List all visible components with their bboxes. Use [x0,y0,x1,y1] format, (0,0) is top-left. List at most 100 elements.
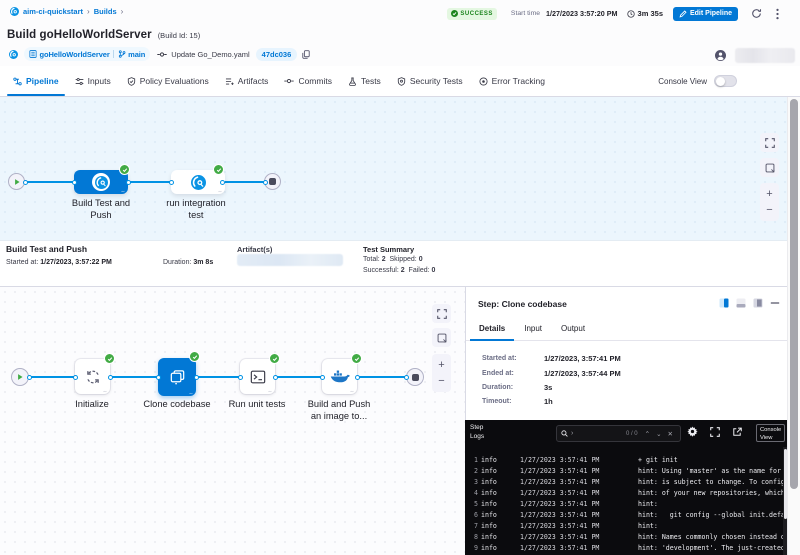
shield-check-icon [127,77,136,86]
connector-dot [27,375,32,380]
field-label: Started at: [482,355,517,362]
tab-security-tests[interactable]: Security Tests [389,66,471,96]
kebab-menu-button[interactable] [776,8,779,20]
step-details-panel: Step: Clone codebase Details Input Outpu… [465,287,787,420]
stage-type-mark [218,189,223,193]
step-node-build-and-push[interactable] [322,359,357,394]
redacted-artifact-link[interactable] [237,254,343,266]
inputs-icon [75,77,84,86]
log-row: 3info1/27/2023 3:57:41 PMhint: is subjec… [465,478,787,489]
repo-branch-pill[interactable]: goHelloWorldServer main [24,47,150,61]
search-close-icon[interactable]: ✕ [668,430,673,438]
log-fullscreen-icon[interactable] [710,427,720,437]
refresh-button[interactable] [751,8,762,19]
connector-dot [404,375,409,380]
zoom-out-button[interactable]: − [766,205,772,215]
breadcrumb-builds-link[interactable]: Builds [94,7,117,16]
connector-dot [108,375,113,380]
flask-icon [348,77,357,86]
step-panel-title: Step: Clone codebase [478,299,567,309]
tab-error-tracking[interactable]: Error Tracking [471,66,553,96]
tab-tests[interactable]: Tests [340,66,389,96]
log-lines[interactable]: 1info1/27/2023 3:57:41 PM+ git init 2inf… [465,453,787,555]
build-duration: 3m 35s [638,9,663,18]
connector-dot [194,375,199,380]
page-scrollbar-thumb[interactable] [790,99,798,489]
build-tabbar: Pipeline Inputs Policy Evaluations Artif… [0,66,800,97]
step-label[interactable]: Build and Pushan image to... [299,398,379,422]
step-label[interactable]: Clone codebase [137,398,217,410]
tab-policy-evaluations[interactable]: Policy Evaluations [119,66,217,96]
commit-sha-link[interactable]: 47dc036 [256,48,298,61]
stop-icon [269,178,276,185]
success-check-badge [269,353,280,364]
step-type-mark [189,391,194,395]
zoom-in-button[interactable]: + [438,360,444,370]
log-row: 1info1/27/2023 3:57:41 PM+ git init [465,456,787,467]
search-match-count: 0 / 0 [626,431,638,437]
layout-minimized-panel-icon[interactable] [753,298,763,308]
breadcrumb: aim-ci-quickstart › Builds › [10,7,123,16]
console-view-toggle[interactable] [714,75,737,87]
success-check-badge [213,164,224,175]
connector-dot [263,180,268,185]
search-prompt: › [571,430,573,437]
avatar-icon [715,50,726,61]
console-view-button[interactable]: Console View [756,424,785,442]
success-check-badge [104,353,115,364]
page-header: aim-ci-quickstart › Builds › Build goHel… [0,0,800,66]
repository-icon [29,50,37,58]
step-label[interactable]: Initialize [52,398,132,410]
stage-label[interactable]: Build Test andPush [61,197,141,221]
search-next-icon[interactable]: ⌄ [656,430,661,438]
zoom-in-button[interactable]: + [766,189,772,199]
field-label: Ended at: [482,370,514,377]
layout-right-panel-icon[interactable] [719,298,729,308]
zoom-out-button[interactable]: − [438,376,444,386]
stage-label[interactable]: run integrationtest [156,197,236,221]
info-duration: Duration: 3m 8s [163,259,213,266]
step-tab-input[interactable]: Input [519,324,547,340]
status-badge: SUCCESS [447,8,497,20]
connector-dot [273,375,278,380]
stage-graph-canvas[interactable]: Build Test andPush run integrationtest +… [0,97,787,240]
info-started-at: Started at: 1/27/2023, 3:57:22 PM [6,259,112,266]
initialize-icon [85,369,101,385]
connector-dot [320,375,325,380]
layout-bottom-panel-icon[interactable] [736,298,746,308]
minimize-panel-icon[interactable] [770,298,780,308]
step-type-mark [350,389,355,393]
execution-graph-canvas[interactable]: Initialize Clone codebase Run unit tests… [0,287,465,555]
log-row: 5info1/27/2023 3:57:41 PMhint: [465,500,787,511]
log-search-box[interactable]: › 0 / 0 ⌃ ⌄ ✕ [556,425,681,442]
breadcrumb-project-link[interactable]: aim-ci-quickstart [23,7,83,16]
log-row: 8info1/27/2023 3:57:41 PMhint: Names com… [465,533,787,544]
tab-commits[interactable]: Commits [276,66,340,96]
play-icon [16,373,24,381]
step-node-run-unit-tests[interactable] [240,359,275,394]
log-row: 2info1/27/2023 3:57:41 PMhint: Using 'ma… [465,467,787,478]
canvas-reset-button[interactable] [432,328,451,347]
page-scrollbar[interactable] [787,97,800,555]
step-tab-output[interactable]: Output [556,324,590,340]
clock-icon [627,10,635,18]
zoom-panel: + − [432,354,451,392]
canvas-fullscreen-button[interactable] [760,133,779,152]
canvas-reset-button[interactable] [760,158,779,177]
divider [113,50,114,58]
tab-artifacts[interactable]: Artifacts [217,66,277,96]
step-node-initialize[interactable] [75,359,110,394]
step-tab-details[interactable]: Details [474,324,510,340]
copy-icon[interactable] [302,50,310,59]
pipeline-edge [128,181,171,183]
edit-pipeline-button[interactable]: Edit Pipeline [673,7,738,21]
search-prev-icon[interactable]: ⌃ [645,430,650,438]
canvas-fullscreen-button[interactable] [432,304,451,323]
log-external-link-icon[interactable] [732,427,742,437]
branch-name: main [128,50,145,59]
tab-inputs[interactable]: Inputs [67,66,119,96]
log-settings-gear-icon[interactable] [687,426,698,437]
tab-pipeline[interactable]: Pipeline [5,66,67,96]
step-node-clone-codebase[interactable] [158,358,196,396]
step-label[interactable]: Run unit tests [217,398,297,410]
